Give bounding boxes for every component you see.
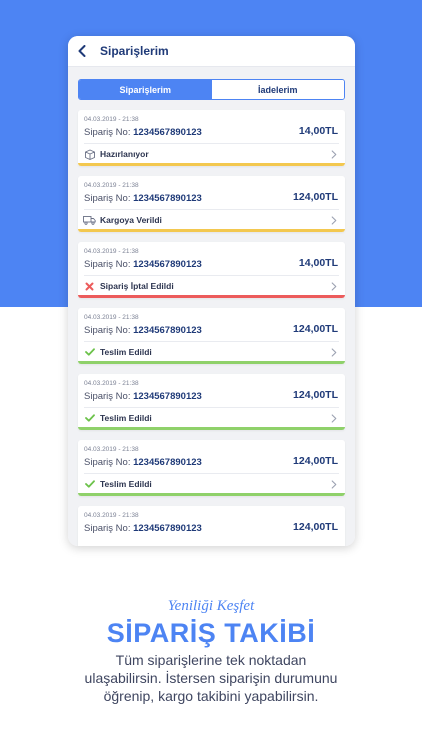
order-number: Sipariş No: 1234567890123 <box>84 127 202 138</box>
order-card[interactable]: 04.03.2019 - 21:38 Sipariş No: 1234567890… <box>78 440 345 496</box>
status-row[interactable]: Teslim Edildi <box>83 478 338 490</box>
divider <box>84 341 339 342</box>
order-number: Sipariş No: 1234567890123 <box>84 391 202 402</box>
status-row[interactable]: Teslim Edildi <box>83 412 338 424</box>
promo-desc-line: Tüm siparişlerine tek noktadan <box>115 652 307 668</box>
promo-desc-line: ulaşabilirsin. İstersen siparişin durumu… <box>84 670 338 686</box>
status-color-bar <box>78 163 345 166</box>
order-number: Sipariş No: 1234567890123 <box>84 325 202 336</box>
status-color-bar <box>78 361 345 364</box>
order-price: 14,00TL <box>298 125 338 137</box>
top-bar: Siparişlerim <box>68 36 355 67</box>
status-color-bar <box>78 427 345 430</box>
order-number: Sipariş No: 1234567890123 <box>84 457 202 468</box>
order-number-prefix: Sipariş No: <box>84 391 134 402</box>
order-price: 124,00TL <box>293 455 338 467</box>
order-card[interactable]: 04.03.2019 - 21:38 Sipariş No: 1234567890… <box>78 242 345 298</box>
status-color-bar <box>78 493 345 496</box>
status-label: Kargoya Verildi <box>100 215 162 225</box>
order-price: 124,00TL <box>293 521 338 533</box>
chevron-right-icon[interactable] <box>330 479 338 489</box>
order-date: 04.03.2019 - 21:38 <box>84 182 139 189</box>
promo-tagline: Yeniliği Keşfet <box>167 598 255 614</box>
order-card[interactable]: 04.03.2019 - 21:38 Sipariş No: 1234567890… <box>78 374 345 430</box>
status-row[interactable]: Teslim Edildi <box>83 346 338 358</box>
divider <box>84 473 339 474</box>
chevron-right-icon[interactable] <box>330 413 338 423</box>
tab-switch: Siparişlerim İadelerim <box>78 79 345 100</box>
status-label: Sipariş İptal Edildi <box>100 281 174 291</box>
order-date: 04.03.2019 - 21:38 <box>84 116 139 123</box>
promo-headline: SİPARİŞ TAKİBİ <box>106 618 316 648</box>
order-number: Sipariş No: 1234567890123 <box>84 523 202 534</box>
order-price: 124,00TL <box>293 191 338 203</box>
order-date: 04.03.2019 - 21:38 <box>84 446 139 453</box>
order-number-value: 1234567890123 <box>133 259 202 270</box>
divider <box>84 275 339 276</box>
promo-description: Tüm siparişlerine tek noktadan ulaşabili… <box>0 651 422 705</box>
promo-desc-line: öğrenip, kargo takibini yapabilirsin. <box>103 688 319 704</box>
status-label: Teslim Edildi <box>100 347 152 357</box>
order-price: 14,00TL <box>298 257 338 269</box>
order-number-value: 1234567890123 <box>133 523 202 534</box>
status-color-bar <box>78 229 345 232</box>
order-price: 124,00TL <box>293 389 338 401</box>
order-number-value: 1234567890123 <box>133 127 202 138</box>
page-title: Siparişlerim <box>100 44 169 58</box>
order-number: Sipariş No: 1234567890123 <box>84 259 202 270</box>
check-icon <box>83 412 96 424</box>
order-number-prefix: Sipariş No: <box>84 457 134 468</box>
order-number-prefix: Sipariş No: <box>84 523 134 534</box>
order-date: 04.03.2019 - 21:38 <box>84 512 139 519</box>
order-number-value: 1234567890123 <box>133 193 202 204</box>
phone-screen: Siparişlerim Siparişlerim İadelerim 04.0… <box>68 36 355 546</box>
order-card[interactable]: 04.03.2019 - 21:38 Sipariş No: 1234567890… <box>78 110 345 166</box>
order-number: Sipariş No: 1234567890123 <box>84 193 202 204</box>
chevron-right-icon[interactable] <box>330 281 338 291</box>
order-card[interactable]: 04.03.2019 - 21:38 Sipariş No: 1234567890… <box>78 506 345 546</box>
status-label: Teslim Edildi <box>100 479 152 489</box>
order-number-prefix: Sipariş No: <box>84 325 134 336</box>
check-icon <box>83 478 96 490</box>
order-number-prefix: Sipariş No: <box>84 259 134 270</box>
order-number-prefix: Sipariş No: <box>84 193 134 204</box>
tab-returns[interactable]: İadelerim <box>211 80 344 99</box>
back-arrow-icon[interactable] <box>78 44 92 58</box>
divider <box>84 209 339 210</box>
chevron-right-icon[interactable] <box>330 149 338 159</box>
status-row[interactable]: Kargoya Verildi <box>83 214 338 226</box>
tab-orders[interactable]: Siparişlerim <box>79 80 212 99</box>
status-row[interactable]: Sipariş İptal Edildi <box>83 280 338 292</box>
chevron-right-icon[interactable] <box>330 215 338 225</box>
order-number-prefix: Sipariş No: <box>84 127 134 138</box>
check-icon <box>83 346 96 358</box>
status-label: Teslim Edildi <box>100 413 152 423</box>
orders-content: Siparişlerim İadelerim 04.03.2019 - 21:3… <box>68 67 355 546</box>
order-number-value: 1234567890123 <box>133 391 202 402</box>
order-number-value: 1234567890123 <box>133 325 202 336</box>
box-icon <box>83 148 96 160</box>
order-date: 04.03.2019 - 21:38 <box>84 314 139 321</box>
order-card[interactable]: 04.03.2019 - 21:38 Sipariş No: 1234567890… <box>78 308 345 364</box>
divider <box>84 407 339 408</box>
order-number-value: 1234567890123 <box>133 457 202 468</box>
status-color-bar <box>78 295 345 298</box>
chevron-right-icon[interactable] <box>330 347 338 357</box>
cross-icon <box>83 280 96 292</box>
order-date: 04.03.2019 - 21:38 <box>84 248 139 255</box>
order-card[interactable]: 04.03.2019 - 21:38 Sipariş No: 1234567890… <box>78 176 345 232</box>
status-row[interactable]: Hazırlanıyor <box>83 148 338 160</box>
truck-icon <box>83 214 96 226</box>
order-price: 124,00TL <box>293 323 338 335</box>
divider <box>84 143 339 144</box>
order-date: 04.03.2019 - 21:38 <box>84 380 139 387</box>
status-label: Hazırlanıyor <box>100 149 149 159</box>
